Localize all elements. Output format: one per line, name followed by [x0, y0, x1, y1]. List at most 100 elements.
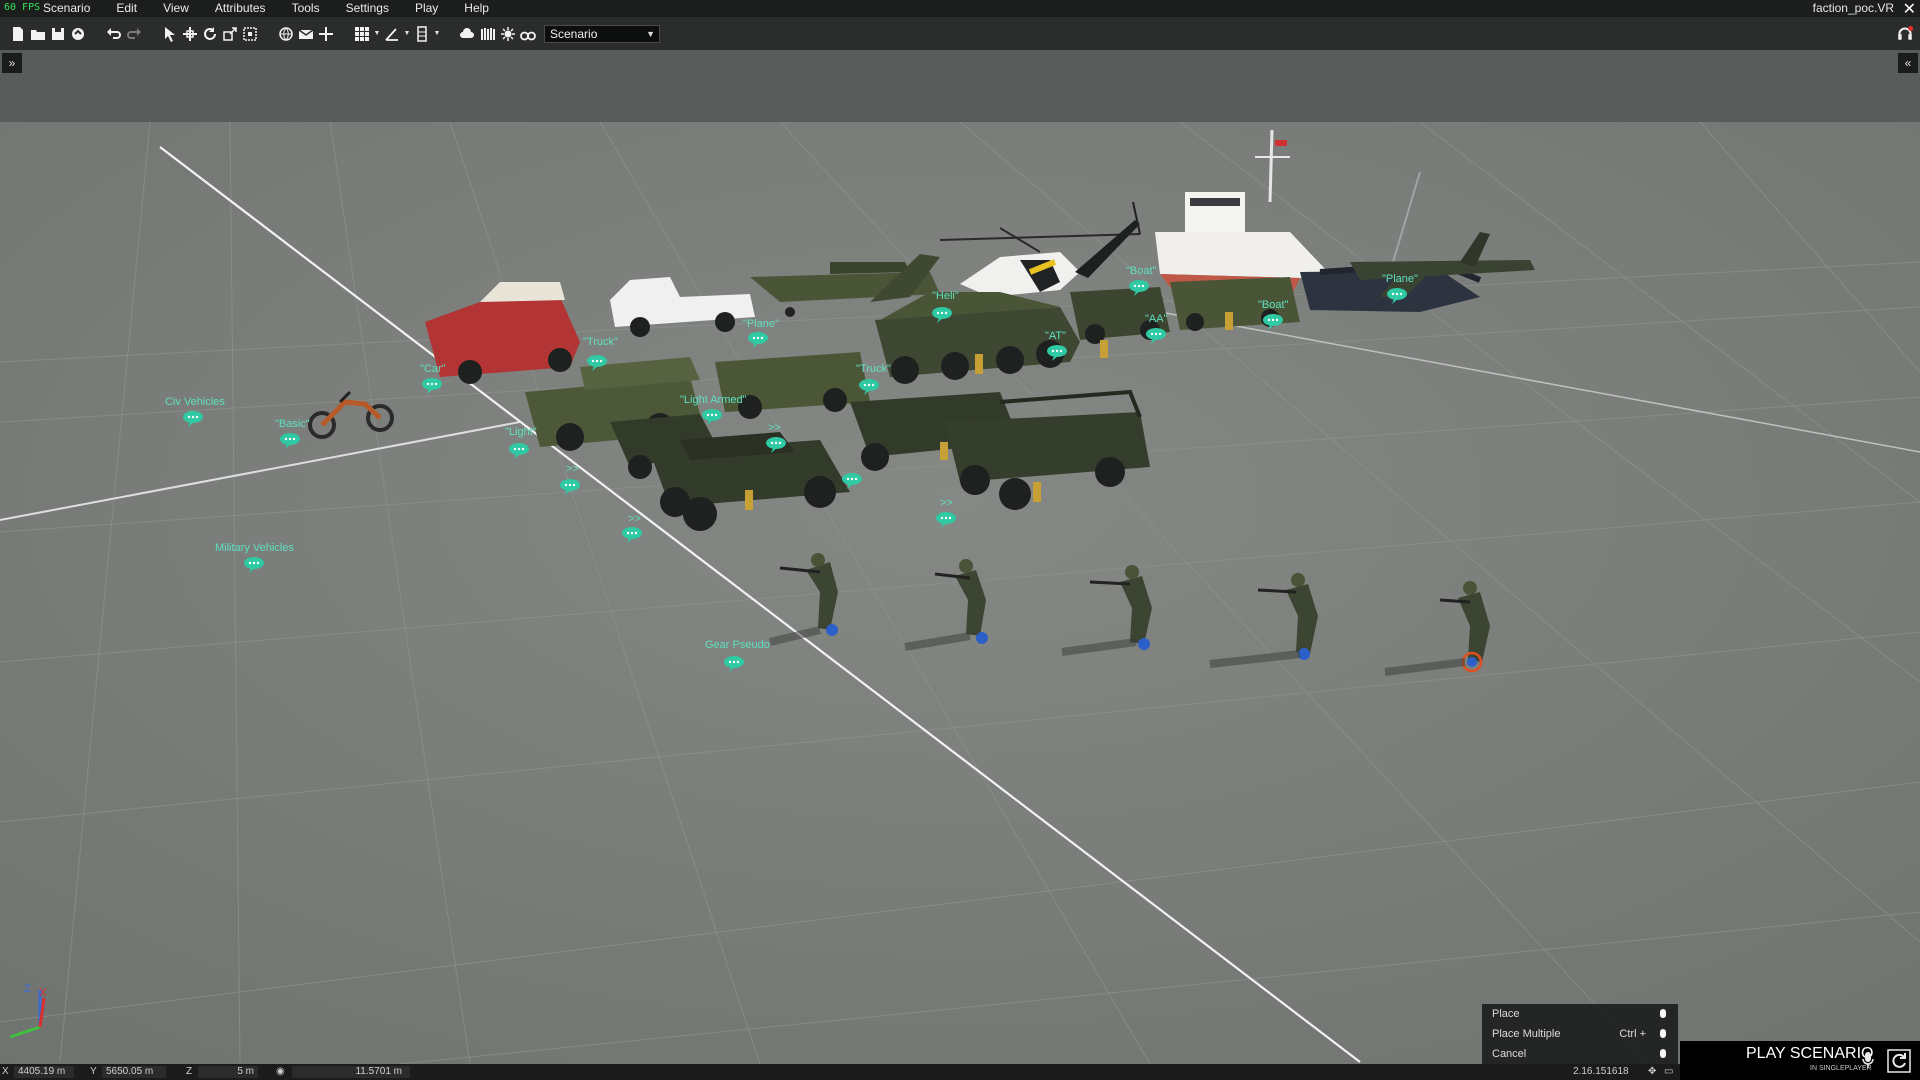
play-scenario-label: PLAY SCENARIO [1746, 1045, 1874, 1062]
version-label: 2.16.151618 [1573, 1066, 1629, 1077]
label-aa: "AA" [1145, 313, 1168, 325]
crosshair-icon[interactable] [317, 25, 335, 43]
label-truck-2: "Truck" [856, 363, 891, 375]
menu-play[interactable]: Play [402, 0, 451, 17]
scenario-dropdown-value: Scenario [550, 26, 598, 41]
globe-icon[interactable] [277, 25, 295, 43]
label-plane-1: "Plane" [743, 318, 779, 330]
label-heli: "Heli" [932, 290, 959, 302]
grid-icon[interactable] [353, 25, 371, 43]
mail-icon[interactable] [297, 25, 315, 43]
binoculars-icon[interactable] [519, 25, 537, 43]
vertical-snap-icon[interactable] [413, 25, 431, 43]
area-select-icon[interactable] [241, 25, 259, 43]
label-arrows-1: >> [566, 463, 579, 475]
ground-plane[interactable] [0, 122, 1920, 1064]
scale-icon[interactable] [221, 25, 239, 43]
eye-icon: ◉ [276, 1066, 285, 1077]
weather-icon[interactable] [459, 25, 477, 43]
x-coordinate-value: 4405.19 m [18, 1066, 66, 1077]
translate-icon[interactable] [181, 25, 199, 43]
label-basic: "Basic" [275, 418, 310, 430]
context-item-place[interactable]: Place [1482, 1004, 1678, 1024]
menu-settings[interactable]: Settings [333, 0, 402, 17]
z-coordinate-value: 5 m [237, 1066, 254, 1077]
mouse-left-icon [1660, 1029, 1666, 1038]
context-item-label: Place Multiple [1492, 1028, 1561, 1040]
menu-attributes[interactable]: Attributes [202, 0, 279, 17]
viewport-3d[interactable]: Civ Vehicles "Basic" "Car" "Truck" "Plan… [0, 122, 1920, 1064]
scenario-title: faction_poc.VR [1812, 1, 1894, 15]
chevron-down-icon[interactable]: ▼ [373, 25, 381, 43]
label-civ-vehicles: Civ Vehicles [165, 396, 225, 408]
axis-x-label: X [39, 987, 47, 999]
undo-icon[interactable] [105, 25, 123, 43]
toolbar: ▼ ▼ ▼ Scenario ▼ [0, 17, 1920, 50]
label-truck-1: "Truck" [583, 336, 618, 348]
settings-cycle-icon[interactable] [1887, 1049, 1911, 1078]
context-menu: Place Place Multiple Ctrl + Cancel [1482, 1004, 1678, 1064]
camera-distance-field: 11.5701 m [292, 1066, 410, 1078]
camera-distance-value: 11.5701 m [355, 1066, 402, 1077]
label-boat-1: "Boat" [1126, 265, 1157, 277]
new-file-icon[interactable] [9, 25, 27, 43]
move-icon[interactable]: ✥ [1648, 1066, 1656, 1077]
y-coordinate-field: 5650.05 m [102, 1066, 166, 1078]
context-item-label: Place [1492, 1008, 1520, 1020]
panel-strip: » « [0, 50, 1920, 122]
label-car: "Car" [420, 363, 446, 375]
chevron-down-icon[interactable]: ▼ [403, 25, 411, 43]
expand-left-panel-button[interactable]: » [2, 53, 22, 73]
chevron-down-icon: ▼ [646, 28, 655, 39]
menu-view[interactable]: View [150, 0, 202, 17]
menu-tools[interactable]: Tools [279, 0, 333, 17]
microphone-icon[interactable] [1861, 1051, 1875, 1074]
status-bar: X 4405.19 m Y 5650.05 m Z 5 m ◉ 11.5701 … [0, 1064, 1680, 1080]
scene-canvas[interactable]: Civ Vehicles "Basic" "Car" "Truck" "Plan… [0, 122, 1920, 1064]
terrain-icon[interactable] [479, 25, 497, 43]
mouse-left-icon [1660, 1009, 1666, 1018]
label-light-armed: "Light Armed" [680, 394, 747, 406]
label-arrows-4: >> [940, 497, 953, 509]
chevron-down-icon[interactable]: ▼ [433, 25, 441, 43]
label-gear-pseudo: Gear Pseudo [705, 639, 770, 651]
menu-scenario[interactable]: Scenario [30, 0, 103, 17]
label-at: "AT" [1045, 330, 1066, 342]
context-item-shortcut: Ctrl + [1619, 1028, 1646, 1040]
play-scenario-button[interactable]: PLAY SCENARIO IN SINGLEPLAYER [1680, 1041, 1920, 1080]
menu-edit[interactable]: Edit [103, 0, 150, 17]
sun-icon[interactable] [499, 25, 517, 43]
menu-bar: 60 FPS Scenario Edit View Attributes Too… [0, 0, 1920, 18]
scenario-dropdown[interactable]: Scenario ▼ [544, 24, 660, 43]
angle-icon[interactable] [383, 25, 401, 43]
label-light: "Light" [505, 426, 537, 438]
headset-icon[interactable] [1896, 24, 1914, 47]
select-icon[interactable] [161, 25, 179, 43]
z-coordinate-field: 5 m [198, 1066, 258, 1078]
context-item-label: Cancel [1492, 1048, 1527, 1060]
context-item-cancel[interactable]: Cancel [1482, 1044, 1678, 1064]
x-coordinate-icon: X [2, 1066, 9, 1077]
label-arrows-3: >> [628, 513, 641, 525]
label-boat-2: "Boat" [1258, 299, 1289, 311]
monitor-icon[interactable]: ▭ [1664, 1066, 1673, 1077]
label-military-vehicles: Military Vehicles [215, 542, 294, 554]
y-coordinate-value: 5650.05 m [106, 1066, 154, 1077]
main-menu: Scenario Edit View Attributes Tools Sett… [30, 0, 502, 17]
context-item-place-multiple[interactable]: Place Multiple Ctrl + [1482, 1024, 1678, 1044]
label-plane-2: "Plane" [1382, 273, 1418, 285]
open-folder-icon[interactable] [29, 25, 47, 43]
fps-counter: 60 FPS [4, 2, 41, 13]
redo-icon[interactable] [125, 25, 143, 43]
menu-help[interactable]: Help [451, 0, 502, 17]
x-coordinate-field: 4405.19 m [14, 1066, 74, 1078]
save-icon[interactable] [49, 25, 67, 43]
mouse-right-icon [1660, 1049, 1666, 1058]
rotate-icon[interactable] [201, 25, 219, 43]
z-coordinate-icon: Z [186, 1066, 193, 1077]
y-coordinate-icon: Y [90, 1066, 97, 1077]
publish-icon[interactable] [69, 25, 87, 43]
axis-z-label: Z [24, 983, 31, 995]
label-arrows-2: >> [768, 422, 781, 434]
expand-right-panel-button[interactable]: « [1898, 53, 1918, 73]
